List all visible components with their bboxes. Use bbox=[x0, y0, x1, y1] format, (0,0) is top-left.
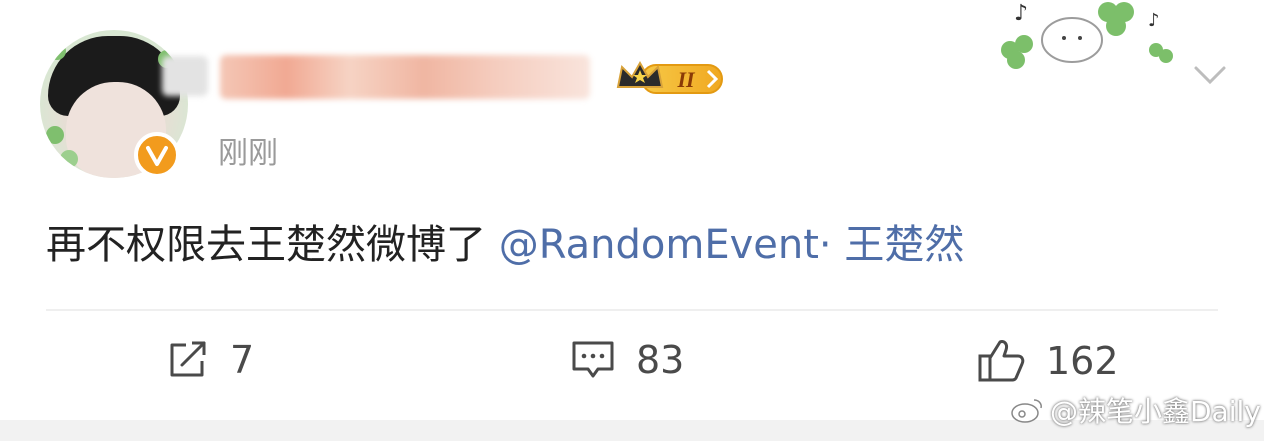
post-text: 再不权限去王楚然微博了 bbox=[46, 222, 486, 268]
post-content: 再不权限去王楚然微博了 @RandomEvent· 王楚然 bbox=[46, 212, 964, 270]
repost-count: 7 bbox=[230, 338, 255, 382]
divider bbox=[46, 309, 1218, 311]
weibo-logo-icon bbox=[1011, 399, 1042, 423]
username-blur-left bbox=[162, 56, 208, 96]
chevron-down-icon[interactable] bbox=[1192, 56, 1228, 92]
svg-text:♪: ♪ bbox=[1014, 1, 1028, 26]
clover-icon bbox=[46, 126, 64, 144]
svg-text:♪: ♪ bbox=[1148, 10, 1160, 31]
username-blur bbox=[220, 55, 590, 99]
member-badge[interactable]: II bbox=[612, 57, 726, 99]
username-blurred[interactable] bbox=[162, 50, 590, 104]
comment-icon bbox=[572, 341, 614, 378]
like-count: 162 bbox=[1046, 339, 1119, 383]
watermark: @辣笔小鑫Daily bbox=[1010, 390, 1261, 430]
mention-link[interactable]: @RandomEvent· 王楚然 bbox=[499, 222, 965, 268]
repost-icon bbox=[170, 341, 206, 377]
weibo-post-card: II 刚刚 ♪ ♪ 再不权限去王楚然微博了 @RandomEvent· 王楚然 bbox=[0, 0, 1264, 441]
comment-button[interactable]: 83 bbox=[570, 338, 684, 382]
badge-level-text: II bbox=[676, 67, 696, 92]
watermark-text: @辣笔小鑫Daily bbox=[1050, 395, 1261, 428]
sticker-decoration: ♪ ♪ bbox=[990, 0, 1180, 80]
thumbs-up-icon bbox=[978, 340, 1025, 382]
like-button[interactable]: 162 bbox=[976, 338, 1119, 384]
clover-icon bbox=[48, 42, 66, 60]
post-time: 刚刚 bbox=[218, 136, 278, 171]
verified-badge-icon bbox=[134, 132, 180, 178]
clover-icon bbox=[60, 150, 78, 168]
comment-count: 83 bbox=[636, 338, 685, 382]
repost-button[interactable]: 7 bbox=[166, 338, 254, 382]
